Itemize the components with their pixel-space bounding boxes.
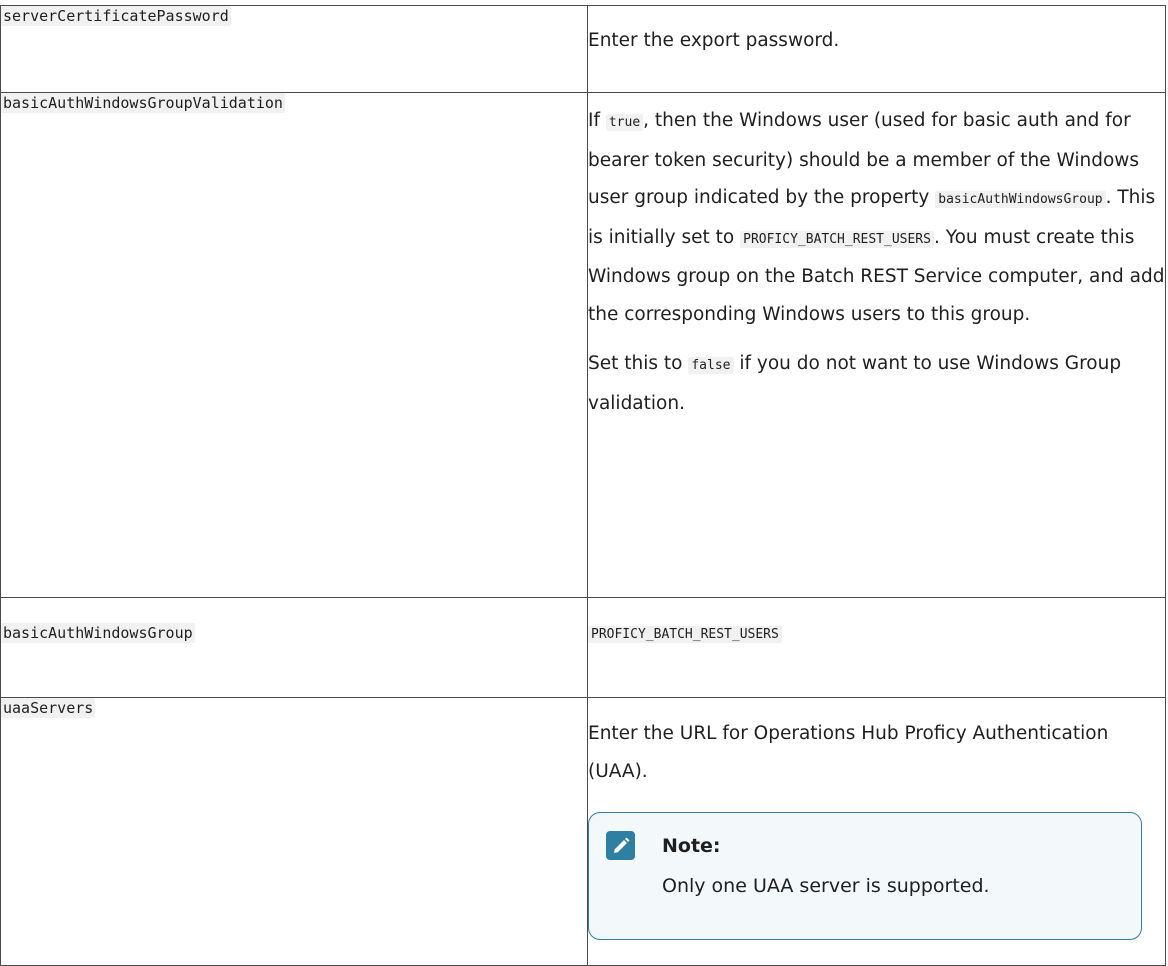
properties-table: serverCertificatePassword Enter the expo… [0,5,1166,966]
property-name: basicAuthWindowsGroupValidation [1,93,285,113]
property-name: uaaServers [1,698,96,718]
property-value-code: PROFICY_BATCH_REST_USERS [588,626,782,643]
property-name-cell: serverCertificatePassword [0,5,588,93]
note-box: Note: Only one UAA server is supported. [588,812,1142,940]
inline-code: PROFICY_BATCH_REST_USERS [740,230,934,248]
table-row: uaaServers Enter the URL for Operations … [0,697,1166,966]
description-paragraph: Set this to false if you do not want to … [588,345,1165,422]
text-run: Set this to [588,353,689,374]
description-paragraph: If true, then the Windows user (used for… [588,102,1165,333]
table-row: basicAuthWindowsGroup PROFICY_BATCH_REST… [0,597,1166,698]
note-body: Only one UAA server is supported. [662,875,990,897]
property-name: serverCertificatePassword [1,6,231,26]
property-value-cell: Enter the export password. [587,5,1166,93]
inline-code: true [605,114,644,131]
property-value-cell: PROFICY_BATCH_REST_USERS [587,597,1166,698]
property-description: Enter the URL for Operations Hub Proficy… [588,723,1109,782]
property-name: basicAuthWindowsGroup [1,623,195,643]
property-name-cell: basicAuthWindowsGroupValidation [0,92,588,598]
property-value-cell: Enter the URL for Operations Hub Proficy… [587,697,1166,966]
property-name-cell: basicAuthWindowsGroup [0,597,588,698]
property-value-cell: If true, then the Windows user (used for… [587,92,1166,598]
text-run: If [588,110,606,131]
pencil-icon [606,831,635,860]
inline-code: basicAuthWindowsGroup [935,191,1106,208]
property-description: Enter the export password. [588,30,840,51]
table-row: basicAuthWindowsGroupValidation If true,… [0,92,1166,598]
property-name-cell: uaaServers [0,697,588,966]
note-title: Note: [662,835,721,857]
inline-code: false [688,357,734,374]
table-row: serverCertificatePassword Enter the expo… [0,5,1166,93]
